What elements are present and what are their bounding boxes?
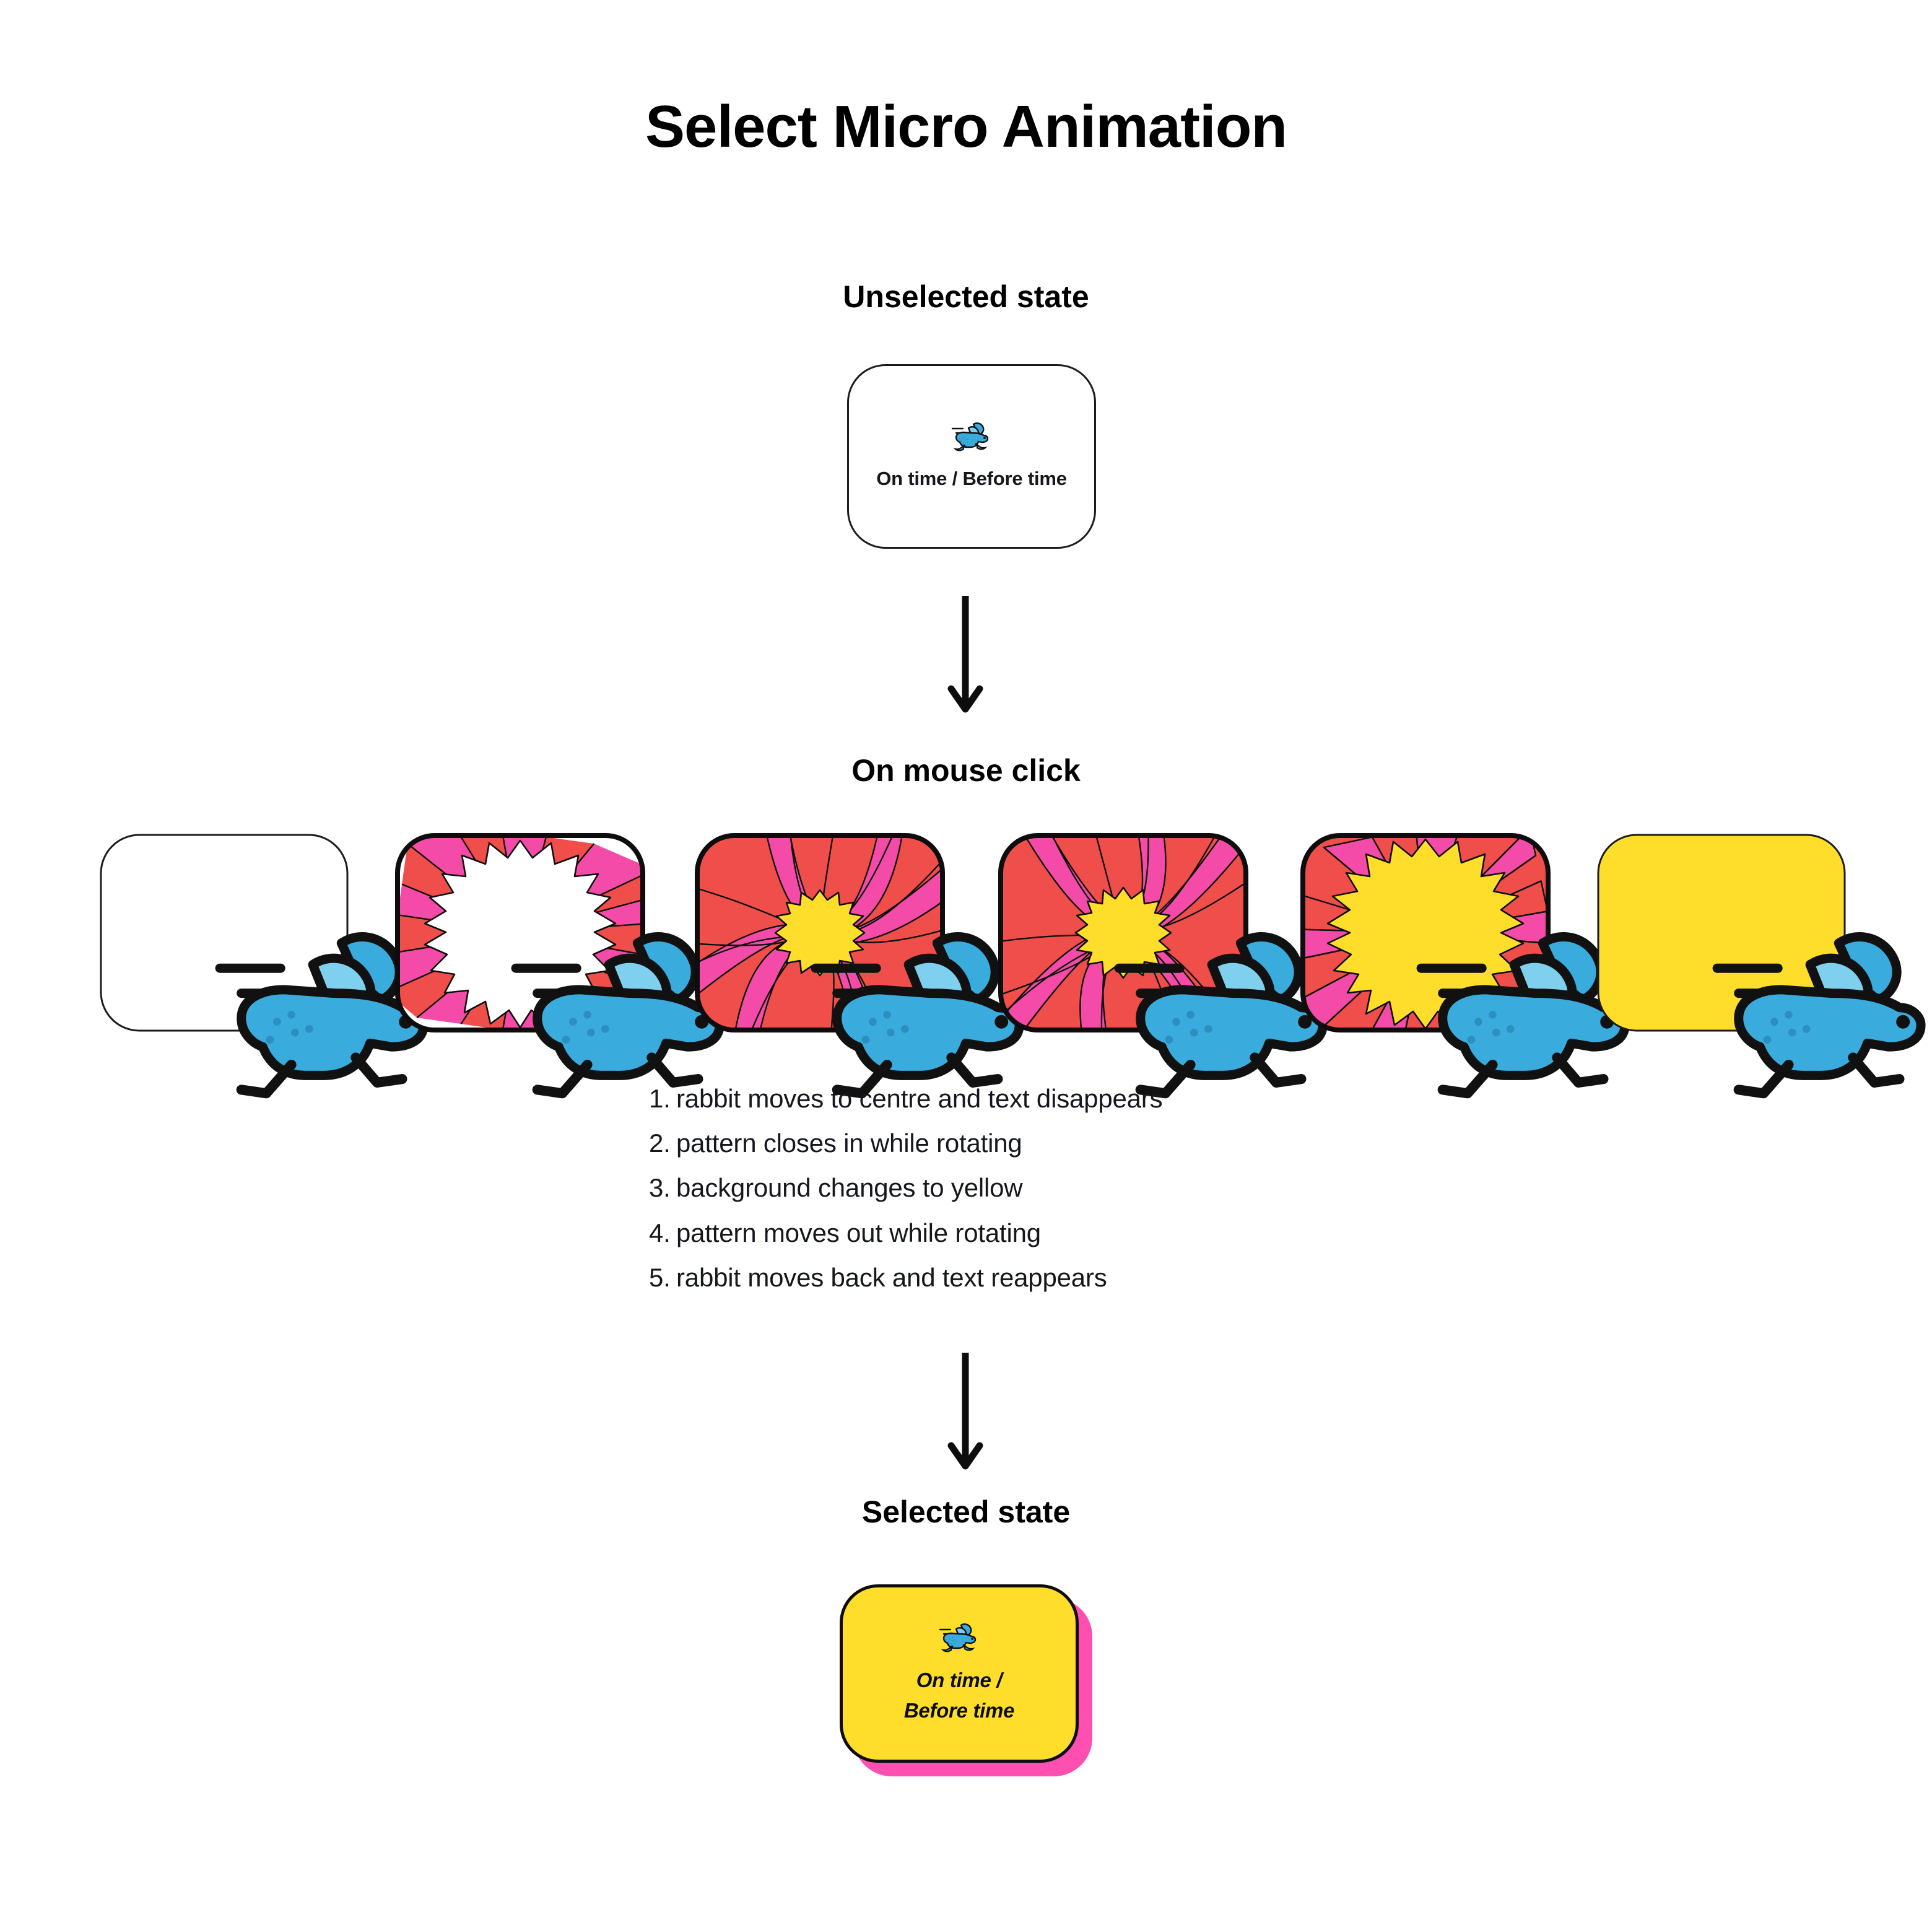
step-number: 4. (649, 1218, 671, 1247)
page-title: Select Micro Animation (645, 94, 1287, 160)
running-rabbit-icon (938, 1622, 981, 1655)
step-number: 3. (649, 1173, 671, 1203)
list-item: 1. rabbit moves to centre and text disapp… (649, 1076, 1454, 1121)
list-item: 5. rabbit moves back and text reappears (649, 1255, 1454, 1300)
step-number: 2. (649, 1128, 671, 1158)
on-mouse-click-heading: On mouse click (851, 753, 1081, 788)
selected-card-label: On time / Before time (857, 1665, 1061, 1726)
selected-state-card[interactable]: On time / Before time (840, 1584, 1079, 1763)
running-rabbit-icon (206, 919, 429, 1099)
selected-card-label-line-2: Before time (903, 1699, 1015, 1722)
animation-frame-5 (1300, 833, 1630, 1099)
animation-frame-4 (998, 833, 1328, 1099)
list-item: 3. background changes to yellow (649, 1166, 1454, 1210)
running-rabbit-icon (1703, 919, 1926, 1099)
step-text: rabbit moves to centre and text disappea… (676, 1084, 1163, 1113)
step-number: 5. (649, 1262, 671, 1292)
list-item: 2. pattern closes in while rotating (649, 1121, 1454, 1166)
arrow-down-icon (944, 596, 987, 714)
step-number: 1. (649, 1084, 671, 1113)
animation-frame-3 (695, 833, 1024, 1099)
running-rabbit-icon (1407, 919, 1630, 1099)
selected-card-label-line-1: On time / (916, 1668, 1003, 1692)
running-rabbit-icon (801, 919, 1024, 1099)
step-text: pattern moves out while rotating (676, 1218, 1041, 1247)
selected-state-card-wrap: On time / Before time (840, 1584, 1100, 1789)
animation-step-list: 1. rabbit moves to centre and text disapp… (649, 1076, 1454, 1300)
animation-frame-1 (99, 833, 429, 1099)
unselected-card-label: On time / Before time (876, 467, 1067, 489)
running-rabbit-icon (950, 421, 993, 454)
step-text: pattern closes in while rotating (676, 1128, 1022, 1158)
animation-frame-strip (0, 833, 1932, 1099)
unselected-state-heading: Unselected state (843, 279, 1089, 314)
unselected-state-card[interactable]: On time / Before time (847, 364, 1096, 549)
animation-frame-6 (1596, 833, 1926, 1099)
step-text: rabbit moves back and text reappears (676, 1262, 1107, 1292)
running-rabbit-icon (502, 919, 724, 1099)
selected-state-heading: Selected state (861, 1495, 1071, 1529)
running-rabbit-icon (1105, 919, 1328, 1099)
list-item: 4. pattern moves out while rotating (649, 1211, 1454, 1255)
step-text: background changes to yellow (676, 1173, 1023, 1203)
animation-frame-2 (395, 833, 724, 1099)
arrow-down-icon (944, 1353, 987, 1470)
